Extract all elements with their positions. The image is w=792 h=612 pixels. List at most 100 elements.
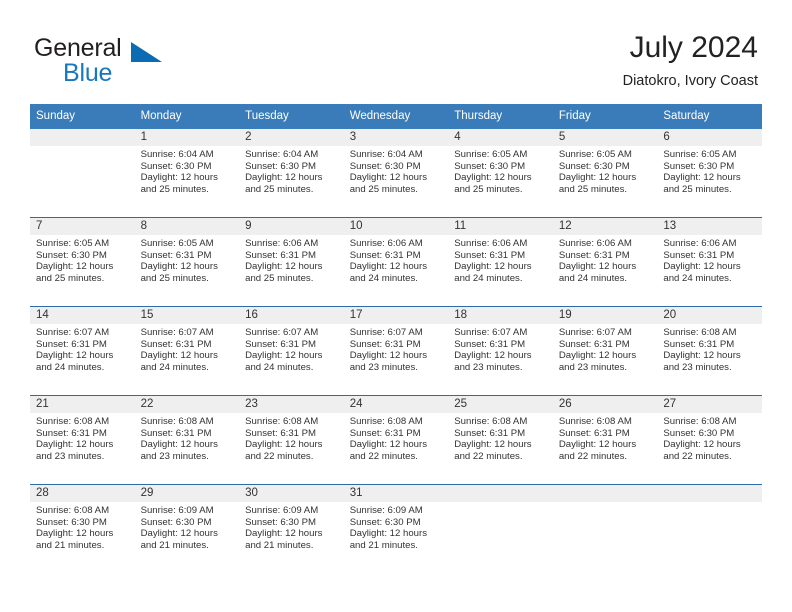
sunset-text: Sunset: 6:30 PM (245, 160, 317, 172)
calendar-day-cell[interactable]: 17 Sunrise: 6:07 AM Sunset: 6:31 PM Dayligh… (343, 306, 449, 396)
calendar-day-cell[interactable]: 31 Sunrise: 6:09 AM Sunset: 6:30 PM Dayligh… (343, 484, 449, 573)
day-info: Sunrise: 6:07 AM Sunset: 6:31 PM Daylight:… (344, 324, 449, 373)
day-number (657, 485, 762, 502)
day-number: 24 (343, 396, 449, 413)
day-info: Sunrise: 6:07 AM Sunset: 6:31 PM Daylight:… (135, 324, 240, 373)
calendar-day-cell[interactable]: 3 Sunrise: 6:04 AM Sunset: 6:30 PM Daylight… (343, 129, 449, 218)
calendar-day-cell[interactable]: 23 Sunrise: 6:08 AM Sunset: 6:31 PM Dayligh… (239, 395, 344, 485)
day-number: 23 (239, 396, 344, 413)
day-number: 4 (448, 129, 553, 146)
daylight-text-line2: and 23 minutes. (36, 450, 105, 462)
day-number: 30 (239, 485, 344, 502)
daylight-text-line2: and 22 minutes. (558, 450, 628, 462)
calendar-day-cell[interactable]: 18 Sunrise: 6:07 AM Sunset: 6:31 PM Dayligh… (448, 306, 553, 396)
logo-text-blue: Blue (63, 59, 113, 87)
weekday-header-friday: Friday (552, 104, 658, 129)
calendar-day-cell[interactable]: 9 Sunrise: 6:06 AM Sunset: 6:31 PM Daylight… (239, 217, 344, 307)
calendar-day-cell[interactable]: 28 Sunrise: 6:08 AM Sunset: 6:30 PM Dayligh… (30, 484, 135, 573)
daylight-text-line1: Daylight: 12 hours (140, 172, 218, 184)
calendar-day-cell[interactable]: 1 Sunrise: 6:04 AM Sunset: 6:30 PM Daylight… (134, 129, 240, 218)
day-info: Sunrise: 6:05 AM Sunset: 6:31 PM Daylight:… (135, 235, 240, 284)
calendar-day-cell[interactable]: 4 Sunrise: 6:05 AM Sunset: 6:30 PM Daylight… (448, 129, 553, 218)
sunrise-text: Sunrise: 6:08 AM (454, 416, 528, 427)
calendar-week-row: 28 Sunrise: 6:08 AM Sunset: 6:30 PM Dayligh… (30, 484, 762, 573)
calendar-day-cell[interactable]: 6 Sunrise: 6:05 AM Sunset: 6:30 PM Daylight… (657, 129, 762, 218)
sunset-text: Sunset: 6:31 PM (140, 249, 212, 261)
calendar-day-cell[interactable]: 10 Sunrise: 6:06 AM Sunset: 6:31 PM Dayligh… (343, 217, 449, 307)
sunrise-text: Sunrise: 6:08 AM (140, 416, 214, 427)
sunset-text: Sunset: 6:30 PM (140, 160, 212, 172)
daylight-text-line2: and 24 minutes. (454, 272, 523, 284)
calendar-day-cell[interactable]: 27 Sunrise: 6:08 AM Sunset: 6:30 PM Dayligh… (657, 395, 762, 485)
sunrise-text: Sunrise: 6:08 AM (349, 416, 423, 427)
daylight-text-line1: Daylight: 12 hours (454, 439, 532, 451)
calendar-day-cell[interactable] (448, 484, 553, 573)
daylight-text-line1: Daylight: 12 hours (140, 528, 218, 540)
daylight-text-line1: Daylight: 12 hours (663, 261, 741, 273)
daylight-text-line2: and 23 minutes. (349, 361, 418, 373)
calendar-day-cell[interactable]: 20 Sunrise: 6:08 AM Sunset: 6:31 PM Dayligh… (657, 306, 762, 396)
daylight-text-line1: Daylight: 12 hours (36, 261, 114, 273)
calendar-day-cell[interactable]: 2 Sunrise: 6:04 AM Sunset: 6:30 PM Daylight… (239, 129, 344, 218)
daylight-text-line1: Daylight: 12 hours (140, 439, 218, 451)
calendar-day-cell[interactable]: 5 Sunrise: 6:05 AM Sunset: 6:30 PM Daylight… (552, 129, 658, 218)
daylight-text-line2: and 24 minutes. (245, 361, 314, 373)
day-info: Sunrise: 6:07 AM Sunset: 6:31 PM Daylight:… (448, 324, 553, 373)
daylight-text-line1: Daylight: 12 hours (245, 439, 323, 451)
daylight-text-line1: Daylight: 12 hours (663, 172, 741, 184)
daylight-text-line2: and 21 minutes. (349, 539, 418, 551)
sunset-text: Sunset: 6:31 PM (558, 338, 630, 350)
calendar-day-cell[interactable]: 26 Sunrise: 6:08 AM Sunset: 6:31 PM Dayligh… (552, 395, 658, 485)
calendar-day-cell[interactable] (657, 484, 762, 573)
day-info: Sunrise: 6:09 AM Sunset: 6:30 PM Daylight:… (135, 502, 240, 551)
weekday-header-wednesday: Wednesday (343, 104, 449, 129)
sunrise-text: Sunrise: 6:05 AM (36, 238, 110, 249)
day-number: 29 (134, 485, 240, 502)
sunset-text: Sunset: 6:30 PM (140, 516, 212, 528)
day-info: Sunrise: 6:09 AM Sunset: 6:30 PM Daylight:… (344, 502, 449, 551)
calendar-day-cell[interactable]: 19 Sunrise: 6:07 AM Sunset: 6:31 PM Dayligh… (552, 306, 658, 396)
calendar-day-cell[interactable]: 12 Sunrise: 6:06 AM Sunset: 6:31 PM Dayligh… (552, 217, 658, 307)
calendar-day-cell[interactable]: 15 Sunrise: 6:07 AM Sunset: 6:31 PM Dayligh… (134, 306, 240, 396)
day-number: 7 (30, 218, 135, 235)
sunrise-text: Sunrise: 6:06 AM (558, 238, 632, 249)
sunrise-text: Sunrise: 6:04 AM (349, 149, 423, 160)
sunrise-text: Sunrise: 6:07 AM (245, 327, 319, 338)
daylight-text-line2: and 25 minutes. (349, 183, 418, 195)
calendar-day-cell[interactable]: 21 Sunrise: 6:08 AM Sunset: 6:31 PM Dayligh… (30, 395, 135, 485)
sunrise-text: Sunrise: 6:06 AM (349, 238, 423, 249)
calendar-day-cell[interactable]: 13 Sunrise: 6:06 AM Sunset: 6:31 PM Dayligh… (657, 217, 762, 307)
day-number: 3 (343, 129, 449, 146)
sunset-text: Sunset: 6:30 PM (36, 249, 107, 261)
calendar-day-cell[interactable]: 7 Sunrise: 6:05 AM Sunset: 6:30 PM Daylight… (30, 217, 135, 307)
calendar-day-cell[interactable]: 24 Sunrise: 6:08 AM Sunset: 6:31 PM Dayligh… (343, 395, 449, 485)
calendar-day-cell[interactable] (30, 129, 135, 218)
calendar-day-cell[interactable]: 30 Sunrise: 6:09 AM Sunset: 6:30 PM Dayligh… (239, 484, 344, 573)
sunrise-text: Sunrise: 6:08 AM (36, 416, 110, 427)
daylight-text-line1: Daylight: 12 hours (245, 172, 323, 184)
calendar-day-cell[interactable]: 25 Sunrise: 6:08 AM Sunset: 6:31 PM Dayligh… (448, 395, 553, 485)
calendar-day-cell[interactable] (552, 484, 658, 573)
daylight-text-line2: and 25 minutes. (454, 183, 523, 195)
sunset-text: Sunset: 6:31 PM (245, 427, 317, 439)
sunset-text: Sunset: 6:30 PM (36, 516, 107, 528)
day-info (553, 502, 658, 505)
daylight-text-line1: Daylight: 12 hours (140, 350, 218, 362)
day-info: Sunrise: 6:08 AM Sunset: 6:31 PM Daylight:… (657, 324, 762, 373)
day-number: 9 (239, 218, 344, 235)
sunrise-text: Sunrise: 6:08 AM (663, 327, 737, 338)
daylight-text-line2: and 25 minutes. (558, 183, 628, 195)
day-number: 25 (448, 396, 553, 413)
day-info: Sunrise: 6:05 AM Sunset: 6:30 PM Daylight:… (657, 146, 762, 195)
sunset-text: Sunset: 6:31 PM (349, 427, 421, 439)
calendar-day-cell[interactable]: 29 Sunrise: 6:09 AM Sunset: 6:30 PM Dayligh… (134, 484, 240, 573)
day-number: 21 (30, 396, 135, 413)
calendar-page: General Blue July 2024 Diatokro, Ivory C… (0, 0, 792, 612)
calendar-day-cell[interactable]: 22 Sunrise: 6:08 AM Sunset: 6:31 PM Dayligh… (134, 395, 240, 485)
day-number: 20 (657, 307, 762, 324)
calendar-day-cell[interactable]: 16 Sunrise: 6:07 AM Sunset: 6:31 PM Dayligh… (239, 306, 344, 396)
calendar-day-cell[interactable]: 8 Sunrise: 6:05 AM Sunset: 6:31 PM Daylight… (134, 217, 240, 307)
calendar-day-cell[interactable]: 14 Sunrise: 6:07 AM Sunset: 6:31 PM Dayligh… (30, 306, 135, 396)
day-number: 28 (30, 485, 135, 502)
calendar-day-cell[interactable]: 11 Sunrise: 6:06 AM Sunset: 6:31 PM Dayligh… (448, 217, 553, 307)
